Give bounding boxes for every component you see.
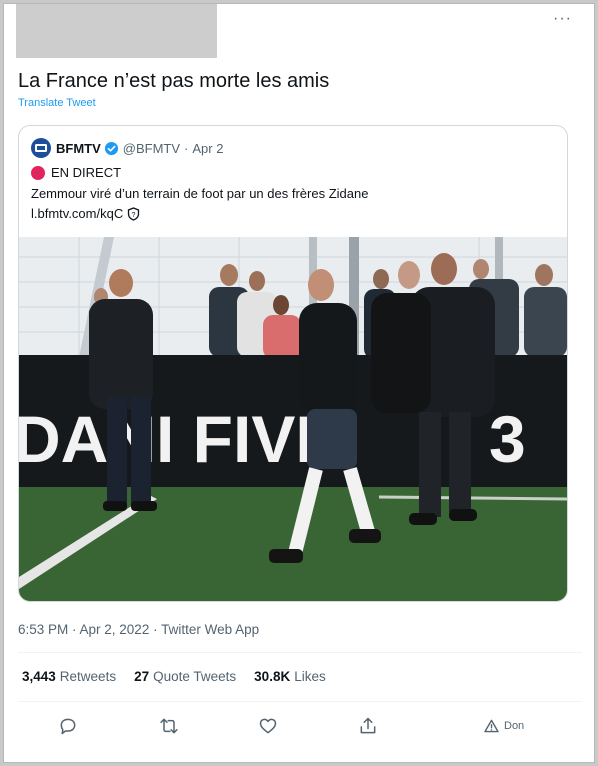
shield-icon: ? <box>127 206 140 221</box>
divider <box>18 652 582 653</box>
retweets-count: 3,443 <box>22 669 56 684</box>
heart-icon <box>259 718 277 734</box>
live-label: EN DIRECT <box>51 165 122 180</box>
banner-text: DANI FIVE <box>19 402 339 476</box>
quoted-media-photo[interactable]: DANI FIVE 3 <box>19 237 567 601</box>
share-icon <box>360 717 376 734</box>
retweet-icon <box>160 718 178 734</box>
likes-label: Likes <box>294 669 326 684</box>
quotes-stat[interactable]: 27 Quote Tweets <box>134 669 236 684</box>
verified-badge-icon <box>104 141 119 156</box>
tweet-timestamp[interactable]: 6:53 PM · Apr 2, 2022 · Twitter Web App <box>18 622 259 637</box>
more-options-icon[interactable]: ··· <box>553 11 572 27</box>
action-bar: Don <box>18 708 582 744</box>
quoted-date[interactable]: Apr 2 <box>192 141 223 156</box>
share-button[interactable] <box>358 714 378 738</box>
quotes-label: Quote Tweets <box>153 669 237 684</box>
retweet-button[interactable] <box>158 714 180 738</box>
separator-dot: · <box>184 140 189 156</box>
bfmtv-avatar[interactable] <box>31 138 51 158</box>
warning-icon <box>484 719 499 733</box>
svg-text:?: ? <box>132 212 136 219</box>
quotes-count: 27 <box>134 669 150 684</box>
retweets-label: Retweets <box>59 669 117 684</box>
reply-button[interactable] <box>58 714 78 738</box>
quoted-text: Zemmour viré d’un terrain de foot par un… <box>31 186 369 201</box>
report-button[interactable]: Don <box>484 714 524 738</box>
quoted-tweet[interactable]: BFMTV @BFMTV · Apr 2 EN DIRECT Zemmour v… <box>18 125 568 602</box>
divider <box>18 701 582 702</box>
tweet-text: La France n’est pas morte les amis <box>18 70 330 92</box>
report-label: Don <box>504 720 525 732</box>
reply-icon <box>60 718 76 735</box>
quoted-link-row: l.bfmtv.com/kqC ? <box>31 206 140 221</box>
engagement-stats: 3,443 Retweets 27 Quote Tweets 30.8K Likes <box>22 669 326 684</box>
red-circle-icon <box>31 165 45 180</box>
likes-count: 30.8K <box>254 669 291 684</box>
quoted-author-name[interactable]: BFMTV <box>56 141 101 156</box>
likes-stat[interactable]: 30.8K Likes <box>254 669 326 684</box>
bfmtv-logo-icon <box>35 144 47 152</box>
quoted-tweet-header: BFMTV @BFMTV · Apr 2 <box>31 138 223 158</box>
redacted-author-block <box>16 4 217 58</box>
translate-tweet-link[interactable]: Translate Tweet <box>18 97 96 109</box>
quoted-author-handle[interactable]: @BFMTV <box>123 141 180 156</box>
tweet-card: ··· La France n’est pas morte les amis T… <box>3 3 595 763</box>
live-indicator: EN DIRECT <box>31 165 121 180</box>
retweets-stat[interactable]: 3,443 Retweets <box>22 669 116 684</box>
banner-text-tail: 3 <box>489 402 526 476</box>
like-button[interactable] <box>258 714 278 738</box>
quoted-link[interactable]: l.bfmtv.com/kqC <box>31 206 123 221</box>
